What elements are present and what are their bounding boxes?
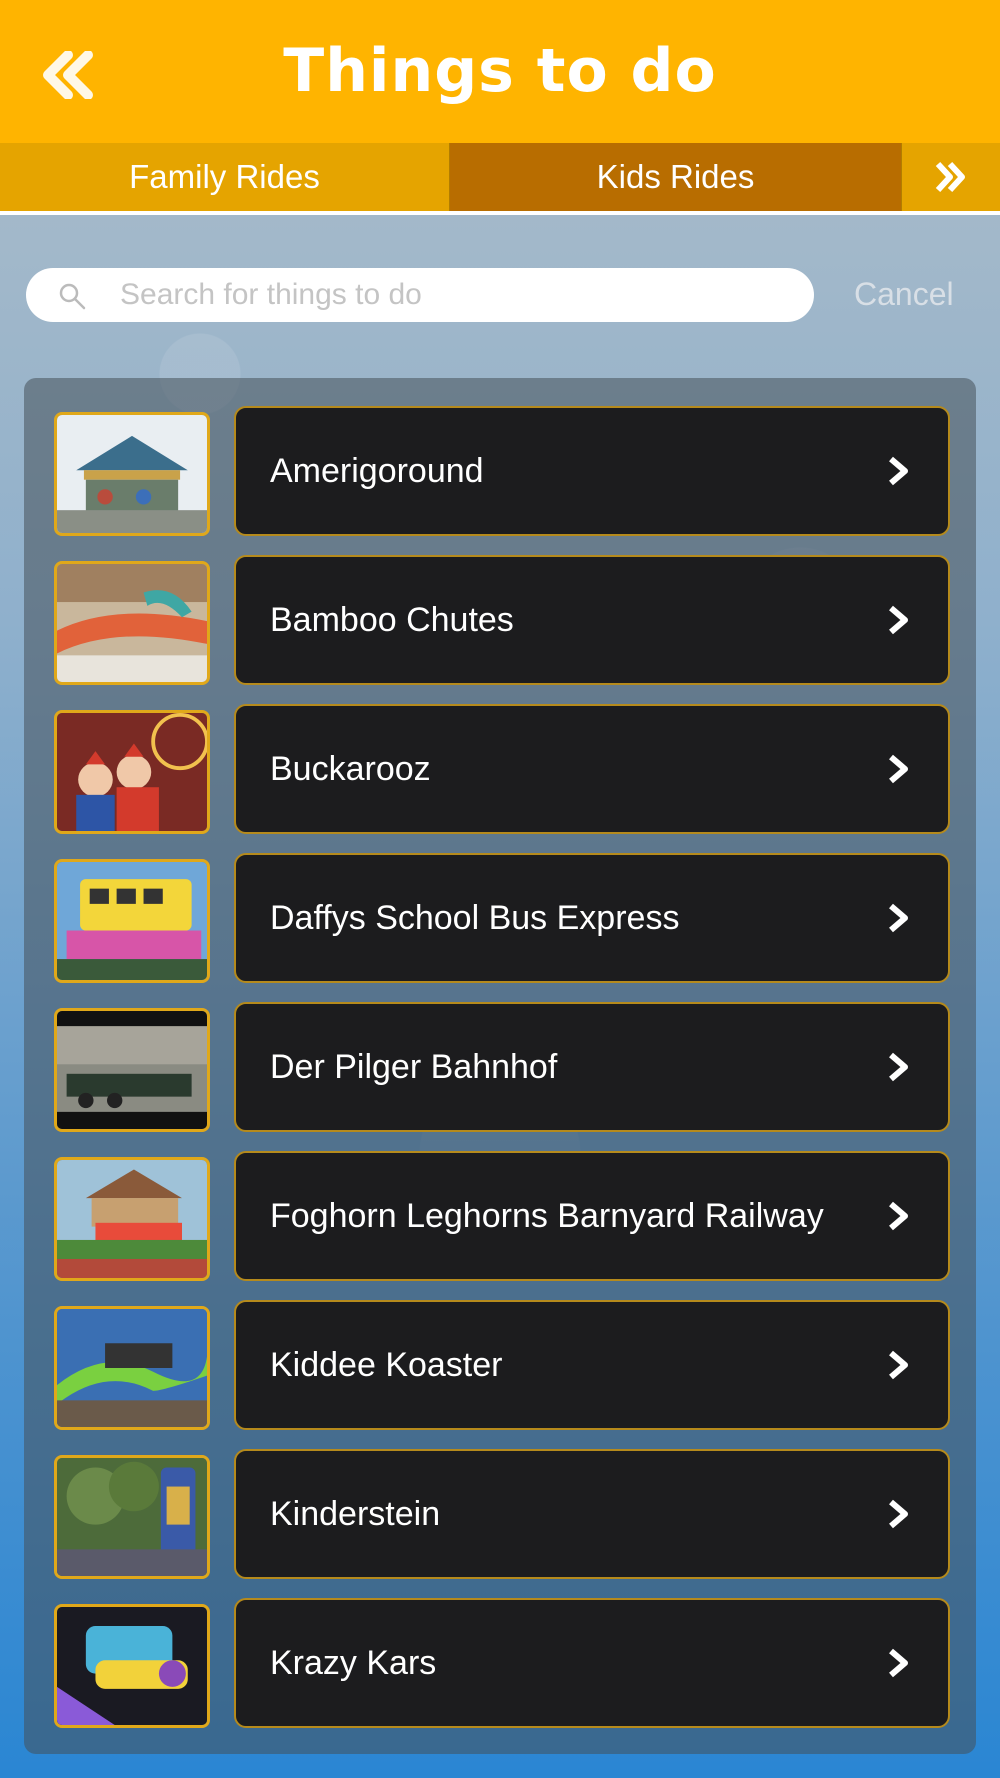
list-item: Daffys School Bus Express	[54, 853, 950, 983]
search-box	[26, 268, 814, 322]
ride-thumbnail[interactable]	[54, 1306, 210, 1430]
list-item: Buckarooz	[54, 704, 950, 834]
ride-row-button[interactable]: Kiddee Koaster	[234, 1300, 950, 1430]
tab-next-button[interactable]	[902, 143, 1000, 211]
cancel-button[interactable]: Cancel	[854, 276, 954, 313]
list-item: Der Pilger Bahnhof	[54, 1002, 950, 1132]
list-item: Kinderstein	[54, 1449, 950, 1579]
list-item: Bamboo Chutes	[54, 555, 950, 685]
list-item: Amerigoround	[54, 406, 950, 536]
chevron-right-icon	[889, 1350, 908, 1380]
ride-thumbnail[interactable]	[54, 561, 210, 685]
double-chevron-right-icon	[935, 161, 965, 193]
chevron-right-icon	[889, 754, 908, 784]
chevron-right-icon	[889, 456, 908, 486]
ride-name: Buckarooz	[270, 749, 431, 788]
chevron-right-icon	[889, 1648, 908, 1678]
ride-row-button[interactable]: Amerigoround	[234, 406, 950, 536]
ride-row-button[interactable]: Krazy Kars	[234, 1598, 950, 1728]
ride-thumbnail[interactable]	[54, 1008, 210, 1132]
ride-row-button[interactable]: Buckarooz	[234, 704, 950, 834]
ride-thumbnail[interactable]	[54, 1604, 210, 1728]
search-icon	[59, 283, 86, 310]
chevron-right-icon	[889, 1052, 908, 1082]
ride-name: Krazy Kars	[270, 1643, 437, 1682]
ride-name: Amerigoround	[270, 451, 484, 490]
ride-row-button[interactable]: Kinderstein	[234, 1449, 950, 1579]
chevron-right-icon	[889, 1499, 908, 1529]
search-row: Cancel	[26, 268, 974, 324]
header-bar: Things to do	[0, 0, 1000, 143]
category-tabs: Family Rides Kids Rides	[0, 143, 1000, 215]
page-title: Things to do	[283, 36, 717, 106]
ride-thumbnail[interactable]	[54, 412, 210, 536]
ride-row-button[interactable]: Der Pilger Bahnhof	[234, 1002, 950, 1132]
ride-thumbnail[interactable]	[54, 1157, 210, 1281]
chevron-right-icon	[889, 605, 908, 635]
list-item: Krazy Kars	[54, 1598, 950, 1728]
ride-name: Kinderstein	[270, 1494, 441, 1533]
ride-name: Kiddee Koaster	[270, 1345, 503, 1384]
ride-name: Bamboo Chutes	[270, 600, 514, 639]
chevron-right-icon	[889, 903, 908, 933]
ride-row-button[interactable]: Daffys School Bus Express	[234, 853, 950, 983]
tab-family-rides[interactable]: Family Rides	[0, 143, 450, 211]
tab-kids-rides[interactable]: Kids Rides	[450, 143, 902, 211]
ride-row-button[interactable]: Foghorn Leghorns Barnyard Railway	[234, 1151, 950, 1281]
search-input[interactable]	[120, 268, 790, 322]
list-item: Foghorn Leghorns Barnyard Railway	[54, 1151, 950, 1281]
ride-row-button[interactable]: Bamboo Chutes	[234, 555, 950, 685]
ride-name: Der Pilger Bahnhof	[270, 1047, 558, 1086]
ride-name: Foghorn Leghorns Barnyard Railway	[270, 1196, 824, 1235]
rides-list: Amerigoround Bamboo Chutes Buckarooz Daf…	[24, 378, 976, 1754]
list-item: Kiddee Koaster	[54, 1300, 950, 1430]
ride-thumbnail[interactable]	[54, 1455, 210, 1579]
ride-name: Daffys School Bus Express	[270, 898, 680, 937]
ride-thumbnail[interactable]	[54, 710, 210, 834]
ride-thumbnail[interactable]	[54, 859, 210, 983]
chevron-right-icon	[889, 1201, 908, 1231]
